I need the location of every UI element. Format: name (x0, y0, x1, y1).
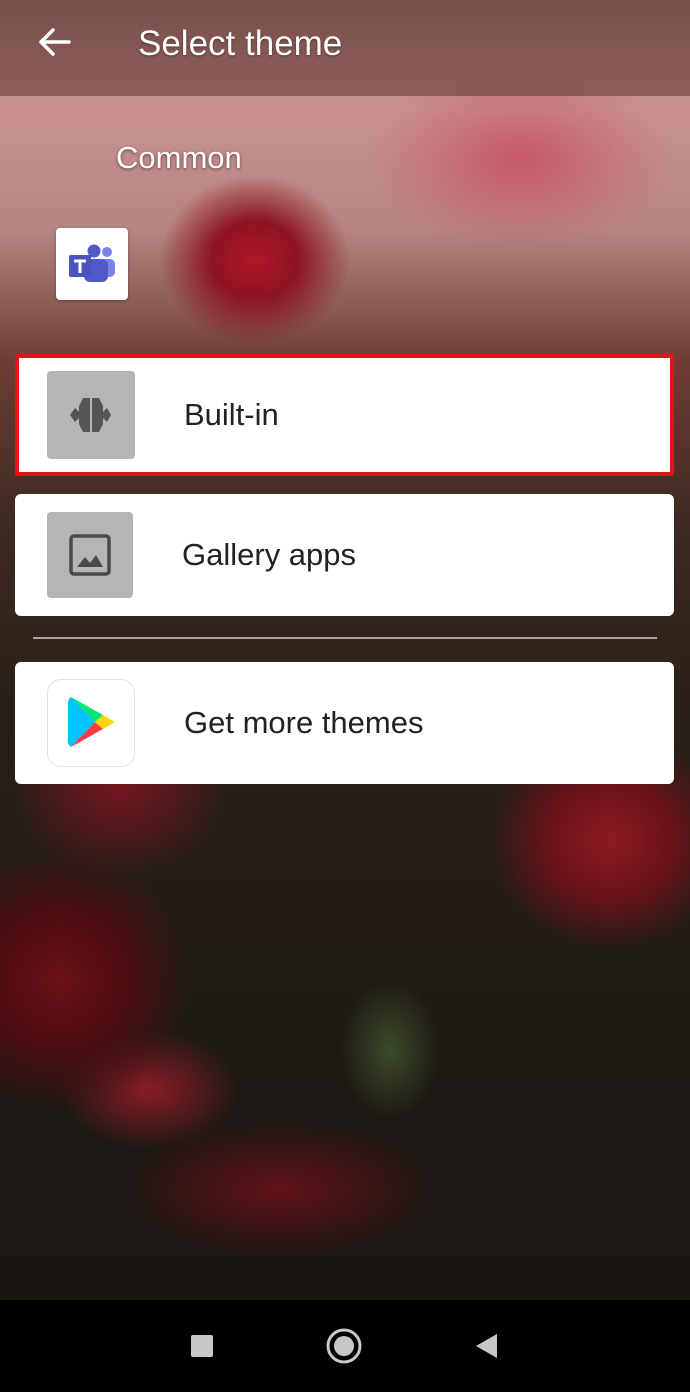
option-get-more-themes[interactable]: Get more themes (15, 662, 674, 784)
system-navigation-bar (0, 1300, 690, 1392)
option-label: Built-in (184, 397, 279, 432)
page-title: Select theme (138, 24, 343, 63)
home-circle-icon[interactable] (324, 1326, 364, 1366)
option-label: Get more themes (184, 705, 424, 740)
image-gallery-icon (47, 512, 133, 598)
google-play-icon (47, 679, 135, 767)
rose-wallpaper-background (0, 0, 690, 1300)
option-gallery-apps[interactable]: Gallery apps (15, 494, 674, 616)
back-triangle-icon[interactable] (466, 1326, 506, 1366)
built-in-theme-icon (47, 371, 135, 459)
divider (33, 637, 657, 639)
arrow-left-icon[interactable] (30, 22, 78, 62)
section-label-common: Common (116, 140, 242, 175)
recents-square-icon[interactable] (182, 1326, 222, 1366)
option-built-in[interactable]: Built-in (15, 354, 674, 476)
app-bar: Select theme (0, 0, 690, 96)
microsoft-teams-icon[interactable] (56, 228, 128, 300)
option-label: Gallery apps (182, 537, 357, 572)
